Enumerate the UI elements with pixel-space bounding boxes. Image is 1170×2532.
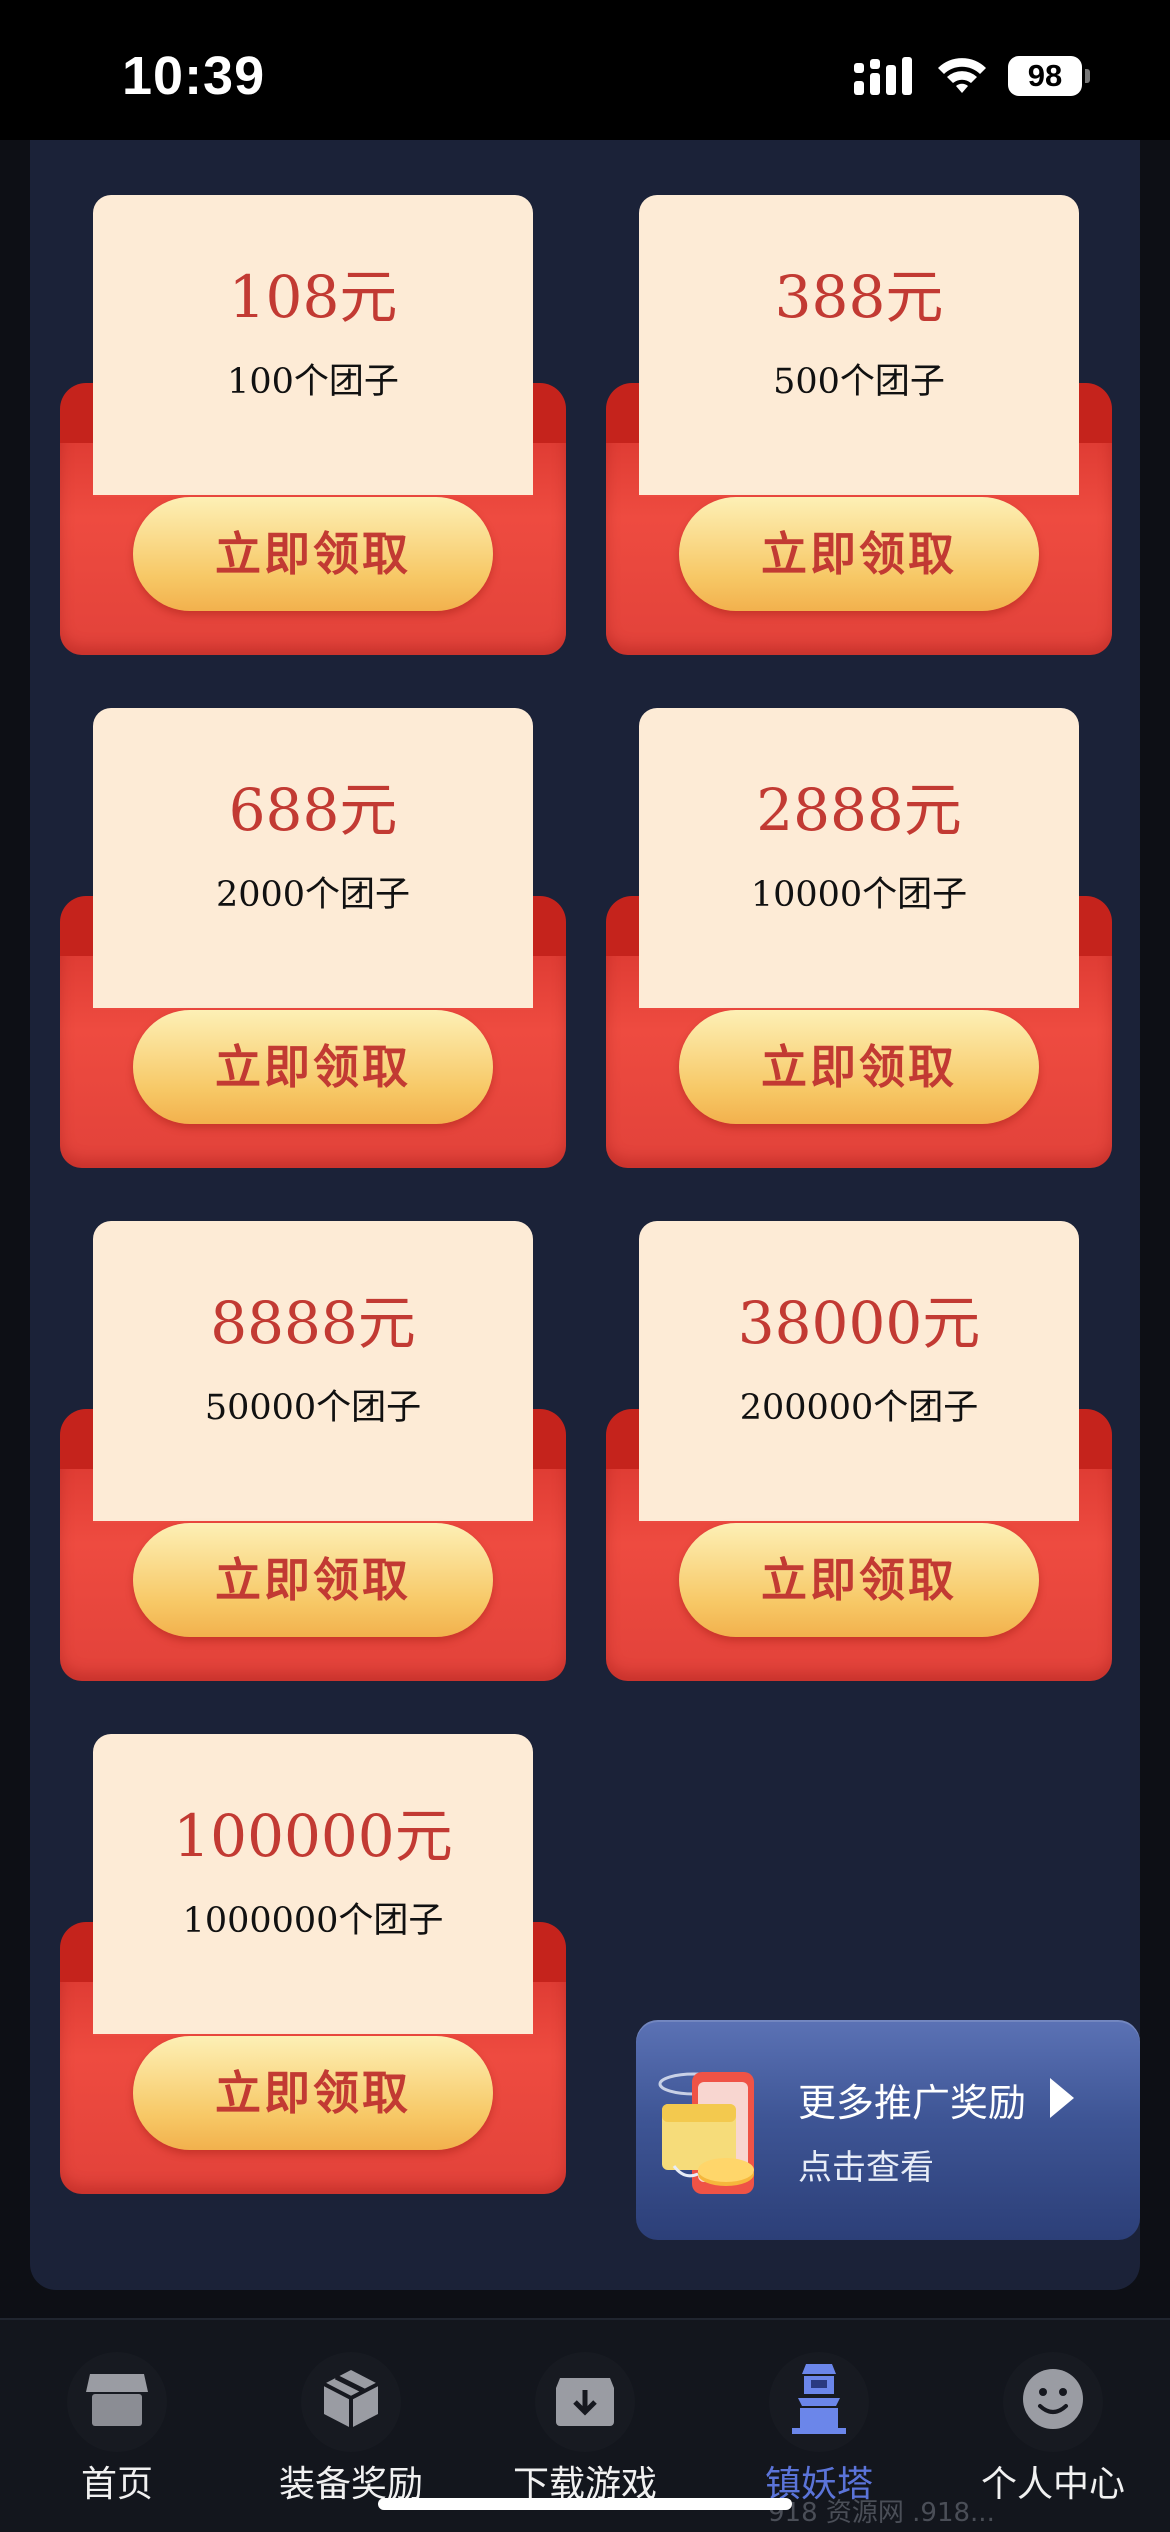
- claim-button[interactable]: 立即领取: [679, 497, 1039, 611]
- reward-card: 100000元 1000000个团子 立即领取: [60, 1734, 566, 2194]
- claim-button[interactable]: 立即领取: [133, 2036, 493, 2150]
- wifi-icon: [938, 58, 986, 93]
- reward-paper: 100000元 1000000个团子: [93, 1734, 533, 2034]
- box-icon: [323, 2370, 379, 2428]
- reward-paper: 688元 2000个团子: [93, 708, 533, 1008]
- reward-desc: 100个团子: [227, 362, 399, 402]
- reward-paper: 2888元 10000个团子: [639, 708, 1079, 1008]
- reward-amount: 2888元: [756, 776, 962, 844]
- store-icon: [86, 2374, 148, 2426]
- status-bar: 10:39 98: [0, 0, 1170, 140]
- reward-desc: 200000个团子: [739, 1388, 979, 1428]
- download-icon: [556, 2378, 614, 2426]
- reward-card: 388元 500个团子 立即领取: [606, 195, 1112, 655]
- reward-amount: 100000元: [173, 1802, 453, 1870]
- reward-card: 38000元 200000个团子 立即领取: [606, 1221, 1112, 1681]
- reward-card: 2888元 10000个团子 立即领取: [606, 708, 1112, 1168]
- more-rewards-banner[interactable]: 更多推广奖励 点击查看: [636, 2020, 1140, 2240]
- reward-amount: 688元: [228, 776, 398, 844]
- reward-card: 688元 2000个团子 立即领取: [60, 708, 566, 1168]
- signal-icon: [854, 57, 912, 95]
- status-time: 10:39: [122, 46, 266, 106]
- reward-desc: 2000个团子: [215, 875, 411, 915]
- tab-label: 首页: [80, 2464, 153, 2505]
- watermark: 918 资源网 .918...: [768, 2498, 995, 2528]
- battery-indicator: 98: [1008, 56, 1090, 96]
- rewards-panel: 108元 100个团子 立即领取 388元 500个团子 立即领取 688元 2…: [30, 140, 1140, 2290]
- chevron-right-icon: [1050, 2078, 1074, 2118]
- battery-level: 98: [1008, 56, 1082, 96]
- reward-amount: 38000元: [737, 1289, 981, 1357]
- reward-paper: 38000元 200000个团子: [639, 1221, 1079, 1521]
- tab-home[interactable]: 首页: [0, 2320, 234, 2532]
- reward-amount: 108元: [228, 263, 398, 331]
- reward-paper: 108元 100个团子: [93, 195, 533, 495]
- claim-button[interactable]: 立即领取: [133, 497, 493, 611]
- reward-paper: 388元 500个团子: [639, 195, 1079, 495]
- claim-button[interactable]: 立即领取: [679, 1010, 1039, 1124]
- reward-desc: 10000个团子: [750, 875, 968, 915]
- reward-desc: 50000个团子: [204, 1388, 422, 1428]
- reward-desc: 500个团子: [773, 362, 945, 402]
- phone-coupon-icon: [658, 2072, 754, 2194]
- battery-nub: [1085, 69, 1090, 83]
- promo-title: 更多推广奖励: [798, 2081, 1027, 2125]
- claim-button[interactable]: 立即领取: [679, 1523, 1039, 1637]
- tower-icon: [792, 2364, 846, 2434]
- claim-button[interactable]: 立即领取: [133, 1010, 493, 1124]
- home-indicator[interactable]: [378, 2498, 792, 2510]
- reward-amount: 8888元: [210, 1289, 416, 1357]
- reward-card: 108元 100个团子 立即领取: [60, 195, 566, 655]
- claim-button[interactable]: 立即领取: [133, 1523, 493, 1637]
- promo-subtitle: 点击查看: [798, 2148, 934, 2188]
- reward-desc: 1000000个团子: [182, 1901, 444, 1941]
- smiley-icon: [1023, 2369, 1083, 2429]
- reward-paper: 8888元 50000个团子: [93, 1221, 533, 1521]
- reward-amount: 388元: [774, 263, 944, 331]
- reward-card: 8888元 50000个团子 立即领取: [60, 1221, 566, 1681]
